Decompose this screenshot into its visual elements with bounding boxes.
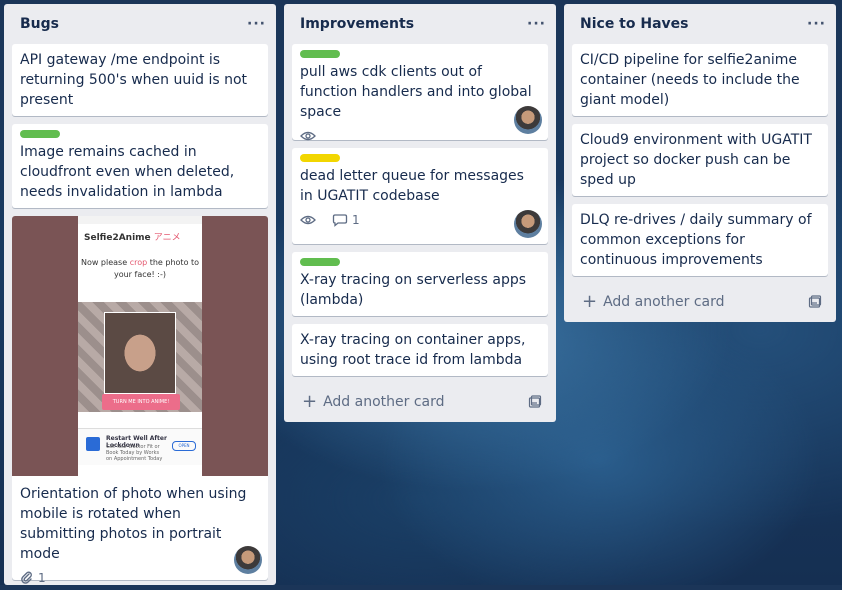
card[interactable]: DLQ re-drives / daily summary of common …	[572, 204, 828, 276]
card-badges: 1	[20, 566, 260, 590]
phone-screenshot: Selfie2Anime アニメ Now please crop the pho…	[78, 216, 202, 476]
crop-prompt: Now please crop the photo to your face! …	[80, 258, 200, 279]
anime-button: TURN ME INTO ANIME!	[102, 394, 180, 410]
card-title: Image remains cached in cloudfront even …	[20, 144, 235, 200]
ad-banner: Restart Well After Lockdown Get Your Doc…	[78, 428, 202, 465]
card-title: dead letter queue for messages in UGATIT…	[300, 168, 524, 204]
card-template-icon[interactable]	[808, 295, 822, 309]
card[interactable]: pull aws cdk clients out of function han…	[292, 44, 548, 141]
list-nice-to-haves: Nice to Haves ··· CI/CD pipeline for sel…	[564, 4, 836, 322]
card-cover-image: Selfie2Anime アニメ Now please crop the pho…	[12, 216, 268, 476]
card[interactable]: X-ray tracing on serverless apps (lambda…	[292, 252, 548, 316]
list-menu-icon[interactable]: ···	[247, 16, 266, 32]
card-title: X-ray tracing on container apps, using r…	[300, 332, 526, 368]
green-label	[20, 130, 60, 138]
card[interactable]: dead letter queue for messages in UGATIT…	[292, 148, 548, 244]
plus-icon: +	[582, 291, 598, 312]
green-label	[300, 258, 340, 266]
member-avatar[interactable]	[514, 106, 542, 134]
list-menu-icon[interactable]: ···	[527, 16, 546, 32]
card-title: DLQ re-drives / daily summary of common …	[580, 212, 812, 268]
ad-icon	[86, 437, 100, 451]
comment-icon	[332, 214, 348, 227]
card-template-icon[interactable]	[528, 395, 542, 409]
comment-badge: 1	[332, 213, 360, 227]
status-bar	[78, 216, 202, 224]
card[interactable]: Cloud9 environment with UGATIT project s…	[572, 124, 828, 196]
card-title: X-ray tracing on serverless apps (lambda…	[300, 272, 527, 308]
list-title[interactable]: Nice to Haves	[580, 16, 689, 32]
card-title: API gateway /me endpoint is returning 50…	[20, 52, 248, 108]
card-badges: 1	[300, 208, 540, 232]
eye-icon	[300, 131, 316, 141]
add-card-button[interactable]: + Add another card	[292, 384, 548, 420]
card-title: Orientation of photo when using mobile i…	[20, 486, 247, 562]
card[interactable]: Selfie2Anime アニメ Now please crop the pho…	[12, 216, 268, 585]
green-label	[300, 50, 340, 58]
list-bugs: Bugs ··· API gateway /me endpoint is ret…	[4, 4, 276, 585]
list-header: Nice to Haves ···	[572, 4, 828, 44]
face-photo	[104, 312, 176, 394]
member-avatar[interactable]	[234, 546, 262, 574]
app-name: Selfie2Anime アニメ	[84, 233, 181, 243]
member-avatar[interactable]	[514, 210, 542, 238]
list-menu-icon[interactable]: ···	[807, 16, 826, 32]
list-title[interactable]: Improvements	[300, 16, 414, 32]
list-improvements: Improvements ··· pull aws cdk clients ou…	[284, 4, 556, 422]
card[interactable]: API gateway /me endpoint is returning 50…	[12, 44, 268, 116]
card[interactable]: CI/CD pipeline for selfie2anime containe…	[572, 44, 828, 116]
eye-icon	[300, 215, 316, 225]
list-title[interactable]: Bugs	[20, 16, 59, 32]
yellow-label	[300, 154, 340, 162]
card-title: pull aws cdk clients out of function han…	[300, 64, 532, 120]
paperclip-icon	[21, 571, 32, 584]
list-header: Improvements ···	[292, 4, 548, 44]
card-title: Cloud9 environment with UGATIT project s…	[580, 132, 812, 188]
card-badges	[300, 124, 540, 148]
card[interactable]: Image remains cached in cloudfront even …	[12, 124, 268, 208]
card[interactable]: X-ray tracing on container apps, using r…	[292, 324, 548, 376]
watch-badge	[300, 129, 320, 143]
list-header: Bugs ···	[12, 4, 268, 44]
add-card-button[interactable]: + Add another card	[572, 284, 828, 320]
watch-badge	[300, 213, 320, 227]
card-title: CI/CD pipeline for selfie2anime containe…	[580, 52, 800, 108]
plus-icon: +	[302, 391, 318, 412]
attachment-badge: 1	[20, 571, 46, 585]
